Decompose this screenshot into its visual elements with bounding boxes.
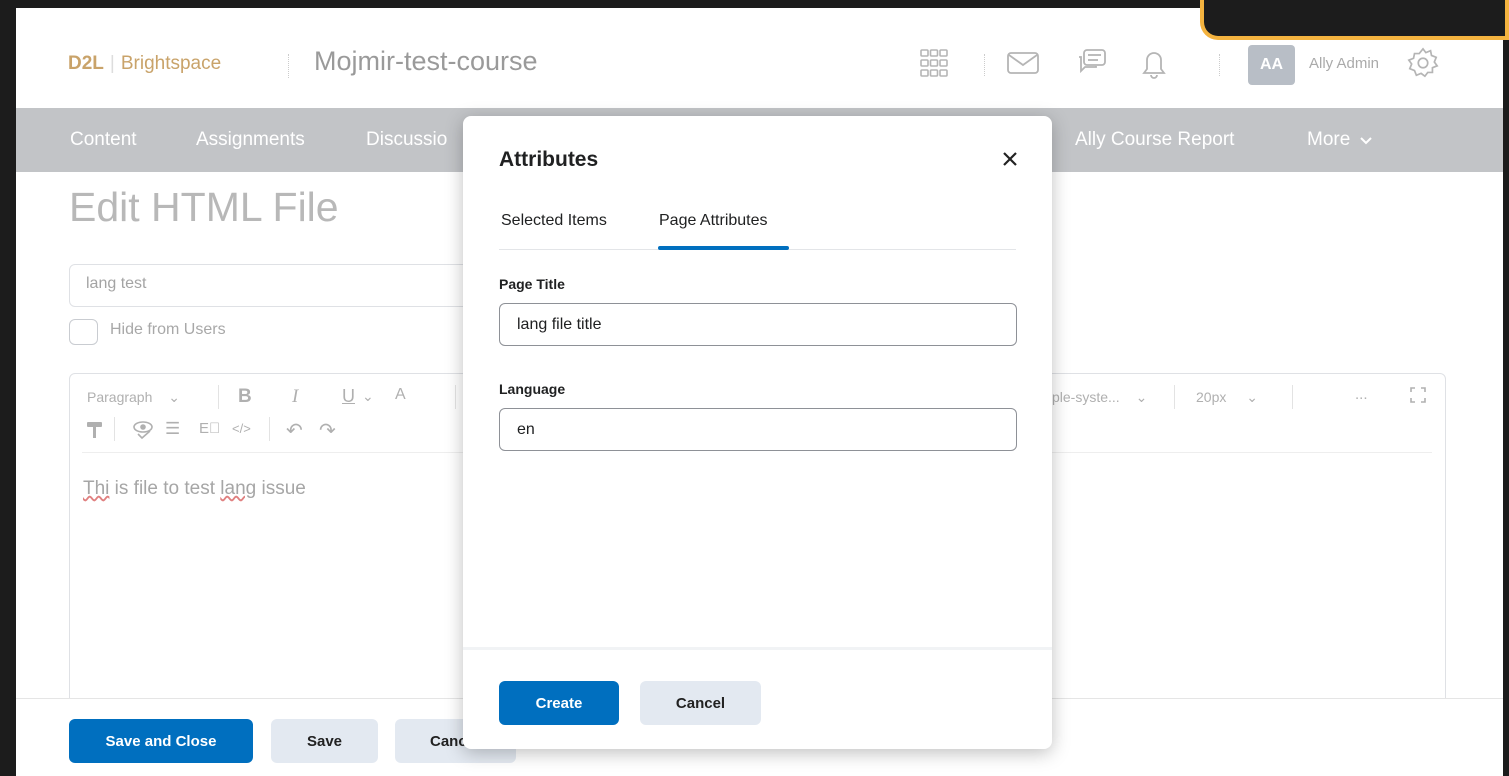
chevron-down-icon: ⌄	[1246, 389, 1258, 405]
nav-item-assignments[interactable]: Assignments	[196, 129, 305, 151]
hide-from-users-label: Hide from Users	[110, 321, 226, 338]
message-envelope-icon[interactable]	[1006, 46, 1040, 80]
source-code-icon[interactable]: </>	[232, 421, 251, 436]
logo-divider: |	[109, 53, 115, 74]
underline-icon[interactable]: U	[342, 386, 355, 407]
course-selector-grid-icon[interactable]	[917, 46, 951, 80]
save-and-close-button[interactable]: Save and Close	[69, 719, 253, 763]
settings-gear-icon[interactable]	[1406, 46, 1440, 80]
logo-product: Brightspace	[120, 53, 222, 74]
nav-item-more[interactable]: More	[1307, 129, 1372, 151]
hide-from-users-checkbox[interactable]	[69, 319, 98, 345]
notification-bell-icon[interactable]	[1137, 46, 1171, 80]
accessibility-checker-icon[interactable]	[132, 420, 154, 443]
fullscreen-icon[interactable]	[1409, 386, 1427, 407]
undo-icon[interactable]: ↶	[286, 418, 303, 443]
page-title-label: Page Title	[499, 276, 565, 292]
nav-item-discussions[interactable]: Discussio	[366, 129, 447, 151]
discussion-chat-icon[interactable]	[1075, 46, 1109, 80]
redo-icon[interactable]: ↷	[319, 418, 336, 443]
toolbar-divider	[218, 385, 219, 409]
app-window: D2L | Brightspace Mojmir-test-course AA …	[16, 8, 1503, 776]
highlight-frame	[1200, 0, 1509, 40]
language-input[interactable]	[499, 408, 1017, 451]
header-divider	[1219, 54, 1220, 76]
chevron-down-icon: ⌄	[1135, 389, 1148, 405]
language-label: Language	[499, 381, 566, 397]
page-title: Edit HTML File	[69, 184, 339, 230]
file-title-input[interactable]: lang test	[69, 264, 489, 307]
attributes-dialog: Attributes Selected Items Page Attribute…	[463, 116, 1052, 749]
misspelled-word[interactable]: Thi	[83, 478, 109, 499]
toolbar-divider	[1174, 385, 1175, 409]
editor-text: is file to test	[109, 478, 221, 499]
course-name[interactable]: Mojmir-test-course	[314, 46, 538, 77]
toolbar-divider	[269, 417, 270, 441]
create-button[interactable]: Create	[499, 681, 619, 725]
avatar[interactable]: AA	[1248, 45, 1295, 85]
tab-selected-items[interactable]: Selected Items	[501, 212, 607, 230]
more-options-icon[interactable]: ...	[1355, 386, 1368, 403]
header-divider	[984, 54, 985, 76]
text-color-icon[interactable]: A	[395, 386, 406, 404]
d2l-logo[interactable]: D2L | Brightspace	[68, 53, 221, 75]
toolbar-divider	[114, 417, 115, 441]
font-size-label: 20px	[1196, 389, 1227, 405]
save-button[interactable]: Save	[271, 719, 378, 763]
chevron-down-icon	[1359, 137, 1372, 145]
editor-content[interactable]: Thi is file to test lang issue	[83, 478, 306, 500]
nav-item-ally-course-report[interactable]: Ally Course Report	[1075, 129, 1234, 151]
nav-more-label: More	[1307, 129, 1351, 150]
toolbar-divider	[1292, 385, 1293, 409]
font-family-select[interactable]: ple-syste... ⌄	[1052, 389, 1147, 406]
page-title-input[interactable]	[499, 303, 1017, 346]
chevron-down-icon: ⌄	[168, 389, 181, 405]
dialog-cancel-button[interactable]: Cancel	[640, 681, 761, 725]
format-select[interactable]: Paragraph ⌄	[87, 389, 180, 406]
misspelled-word[interactable]: lang	[220, 478, 256, 499]
preview-icon[interactable]: E⃝	[199, 420, 220, 437]
user-name[interactable]: Ally Admin	[1309, 55, 1379, 72]
editor-text: issue	[256, 478, 306, 499]
chevron-down-icon[interactable]: ⌄	[362, 388, 374, 405]
format-select-label: Paragraph	[87, 389, 153, 405]
header-divider	[288, 54, 289, 78]
dialog-footer-divider	[463, 647, 1052, 650]
logo-brand: D2L	[68, 53, 104, 74]
toolbar-divider	[455, 385, 456, 409]
format-painter-icon[interactable]	[85, 421, 105, 442]
word-count-icon[interactable]: ☰	[165, 419, 180, 439]
italic-icon[interactable]: I	[292, 386, 298, 408]
bold-icon[interactable]: B	[238, 386, 252, 408]
tab-page-attributes[interactable]: Page Attributes	[659, 212, 768, 230]
dialog-tabs: Selected Items Page Attributes	[499, 196, 1016, 250]
close-icon[interactable]	[997, 146, 1023, 172]
font-family-label: ple-syste...	[1052, 389, 1120, 405]
nav-item-content[interactable]: Content	[70, 129, 137, 151]
font-size-select[interactable]: 20px ⌄	[1196, 389, 1258, 406]
active-tab-indicator	[658, 246, 789, 250]
dialog-title: Attributes	[499, 148, 599, 171]
